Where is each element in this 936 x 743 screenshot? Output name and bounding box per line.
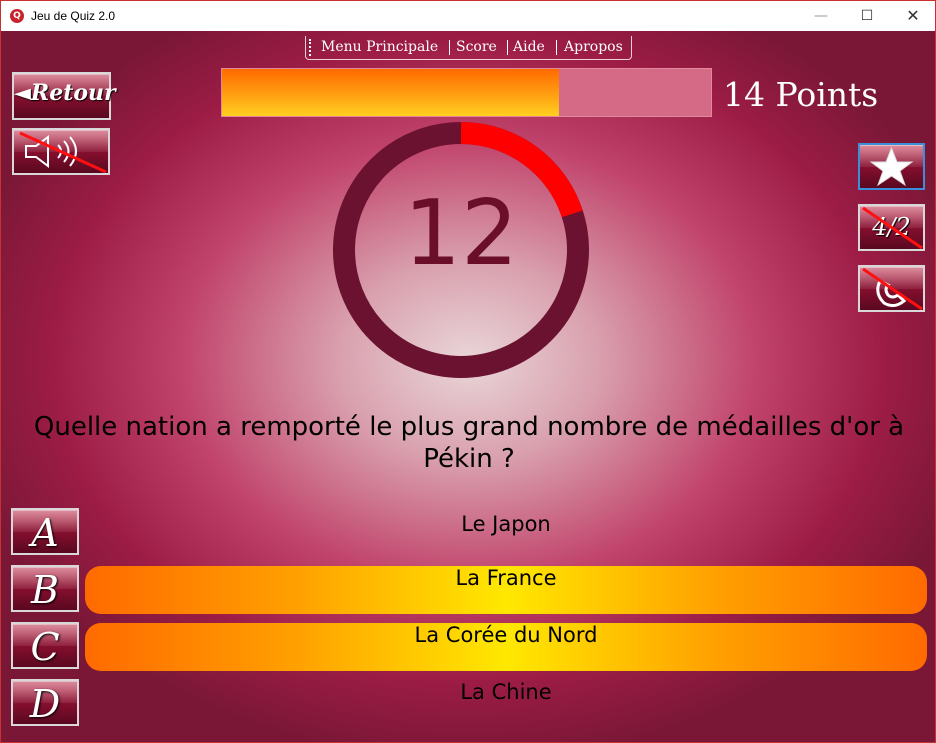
answer-b-letter: B xyxy=(31,568,59,612)
answer-d-letter: D xyxy=(29,682,61,726)
joker-phone-button[interactable] xyxy=(858,265,925,312)
menu-item-principale[interactable]: Menu Principale xyxy=(321,39,438,55)
menu-item-score[interactable]: Score xyxy=(456,39,497,55)
maximize-button[interactable]: ☐ xyxy=(844,1,890,31)
window-title: Jeu de Quiz 2.0 xyxy=(31,9,116,23)
menu-separator xyxy=(507,40,508,55)
points-label: 14 Points xyxy=(723,75,879,114)
close-button[interactable]: ✕ xyxy=(890,1,936,31)
sound-toggle-button[interactable] xyxy=(12,128,110,175)
menu-bar: Menu Principale Score Aide Apropos xyxy=(305,36,632,60)
retour-button[interactable]: ◄Retour xyxy=(12,72,116,120)
score-progress-fill xyxy=(222,69,560,116)
star-icon xyxy=(869,146,914,187)
answer-a-letter: A xyxy=(31,511,59,555)
menu-item-aide[interactable]: Aide xyxy=(513,39,545,55)
score-progress-bar xyxy=(221,68,712,117)
retour-label: ◄Retour xyxy=(14,80,116,106)
game-area: Menu Principale Score Aide Apropos ◄Reto… xyxy=(1,31,935,742)
answer-d-option[interactable]: La Chine xyxy=(85,680,927,728)
joker-fifty-fifty-button[interactable]: 4/2 xyxy=(858,204,925,251)
menu-separator xyxy=(556,40,557,55)
menu-item-apropos[interactable]: Apropos xyxy=(564,39,623,55)
app-window: Q Jeu de Quiz 2.0 — ☐ ✕ Menu Principale … xyxy=(0,0,936,743)
timer-value: 12 xyxy=(403,181,519,286)
joker-star-button[interactable] xyxy=(858,143,925,190)
phone-icon xyxy=(862,267,923,310)
disabled-strike-icon xyxy=(862,206,923,249)
answer-c-option[interactable]: La Corée du Nord xyxy=(85,623,927,671)
speaker-muted-icon xyxy=(19,131,107,173)
answer-a-option[interactable]: Le Japon xyxy=(85,512,927,560)
menu-separator xyxy=(449,40,450,55)
app-icon: Q xyxy=(10,9,24,23)
answer-d-button[interactable]: D xyxy=(11,679,79,726)
question-text: Quelle nation a remporté le plus grand n… xyxy=(33,412,905,474)
menu-grip-icon[interactable] xyxy=(309,39,313,56)
answer-a-button[interactable]: A xyxy=(11,508,79,555)
answer-b-option[interactable]: La France xyxy=(85,566,927,614)
answer-b-button[interactable]: B xyxy=(11,565,79,612)
answer-c-button[interactable]: C xyxy=(11,622,79,669)
answer-c-letter: C xyxy=(30,625,60,669)
minimize-button[interactable]: — xyxy=(798,1,844,31)
title-bar: Q Jeu de Quiz 2.0 — ☐ ✕ xyxy=(1,1,935,31)
